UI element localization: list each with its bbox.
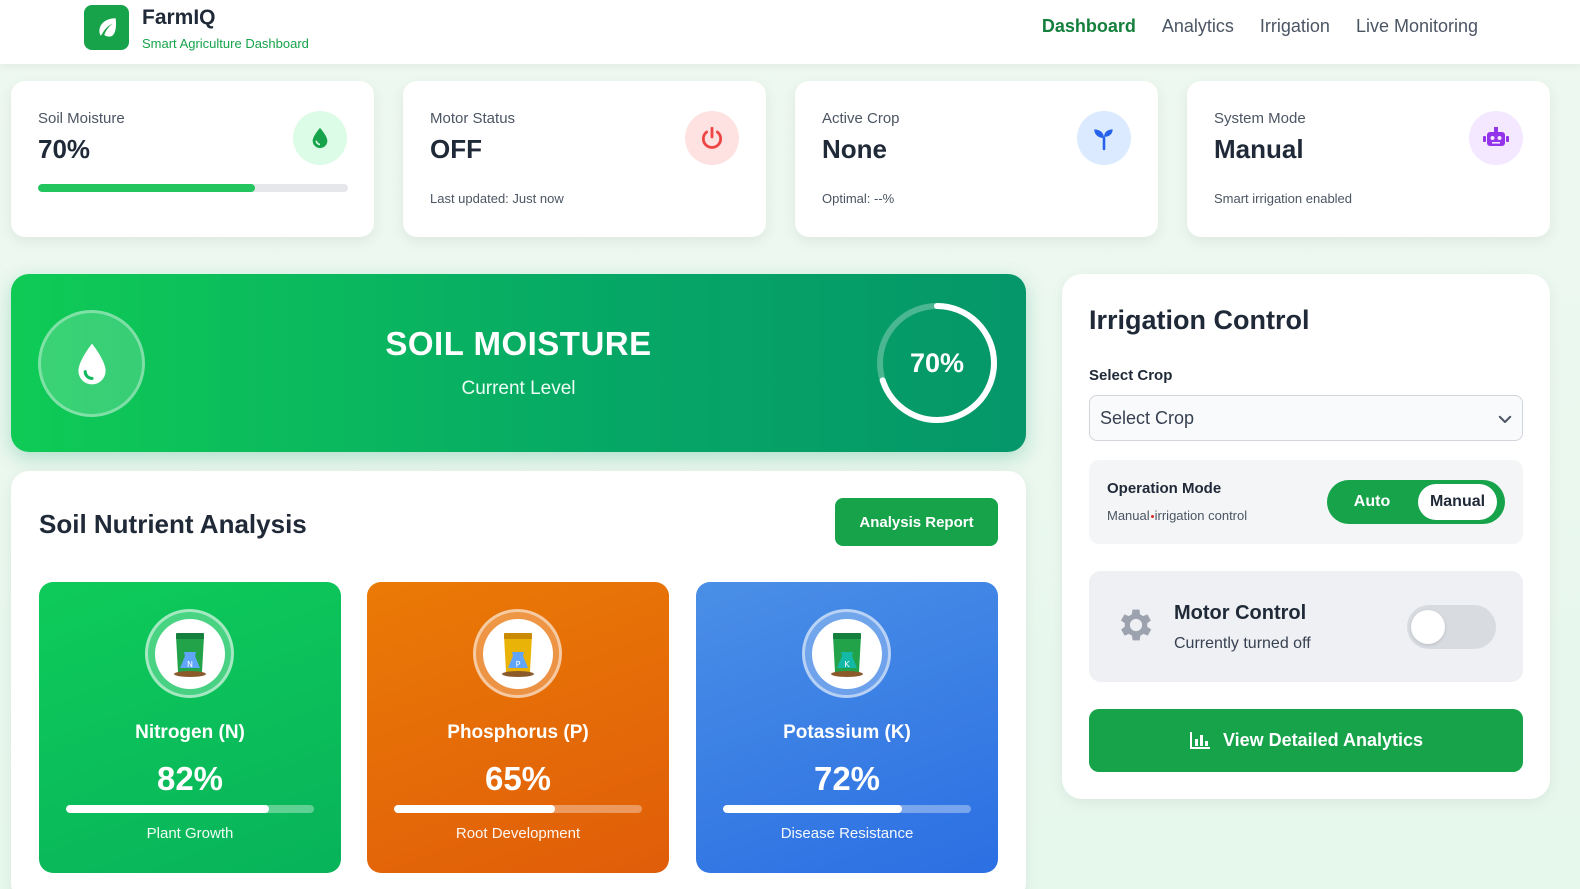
mode-manual-option[interactable]: Manual [1418,484,1497,520]
bar-chart-icon [1189,731,1210,749]
nav-analytics[interactable]: Analytics [1162,16,1234,37]
brand-subtitle: Smart Agriculture Dashboard [142,36,309,51]
switch-knob [1411,610,1445,644]
mode-desc-part: Manual [1107,508,1150,523]
motor-control-box: Motor Control Currently turned off [1089,571,1523,682]
banner-subtitle: Current Level [461,378,576,399]
logo[interactable] [84,5,129,50]
nutrient-name: Nitrogen (N) [135,722,245,743]
nutrient-value: 65% [484,760,552,797]
soil-nutrient-panel: Soil Nutrient Analysis Analysis Report N… [11,471,1026,889]
stat-value: 70% [38,134,91,164]
stat-value: None [822,134,887,164]
nutrient-card-phosphorus: P Phosphorus (P) 65% Root Development [367,582,669,873]
operation-mode-description: Manual irrigation control [1107,508,1247,523]
mode-desc-part: irrigation control [1154,508,1248,523]
seedling-icon [1077,111,1131,165]
stat-value: OFF [430,134,482,164]
nav-live-monitoring[interactable]: Live Monitoring [1356,16,1478,37]
banner-title: SOIL MOISTURE [385,325,652,362]
mode-auto-option[interactable]: Auto [1327,480,1417,524]
select-crop-label: Select Crop [1089,367,1173,384]
nutrient-progress-fill [723,805,902,813]
gear-icon [1120,609,1152,641]
brand-name: FarmIQ [142,6,216,29]
leaf-icon [98,17,116,37]
stat-card-active-crop: Active Crop None Optimal: --% [795,81,1158,237]
operation-mode-box: Operation Mode Manual irrigation control … [1089,460,1523,544]
nutrient-letter: N [187,660,193,669]
stat-label: Motor Status [430,110,516,127]
analysis-report-button[interactable]: Analysis Report [835,498,998,546]
stat-card-motor-status: Motor Status OFF Last updated: Just now [403,81,766,237]
nutrient-name: Phosphorus (P) [447,722,589,743]
nav-dashboard[interactable]: Dashboard [1042,16,1136,37]
fertilizer-bag-icon: N [145,609,234,698]
moisture-value: 70% [909,347,965,378]
soil-moisture-progress-fill [38,184,255,192]
nutrient-benefit: Disease Resistance [780,825,914,842]
nutrient-value: 72% [813,760,881,797]
power-icon [685,111,739,165]
stat-label: Soil Moisture [38,110,125,127]
stat-label: System Mode [1214,110,1306,127]
crop-select-value: Select Crop [1100,407,1195,428]
crop-select[interactable]: Select Crop [1089,395,1523,441]
motor-status-text: Currently turned off [1174,635,1311,652]
nutrient-progress [394,805,642,813]
motor-control-title: Motor Control [1174,602,1307,624]
fertilizer-bag-icon: K [802,609,891,698]
robot-icon [1469,111,1523,165]
stat-sub: Last updated: Just now [430,191,564,206]
operation-mode-title: Operation Mode [1107,480,1222,497]
nutrient-benefit: Plant Growth [146,825,234,842]
fertilizer-bag-icon: P [473,609,562,698]
stat-card-system-mode: System Mode Manual Smart irrigation enab… [1187,81,1550,237]
nutrient-progress [723,805,971,813]
top-header: FarmIQ Smart Agriculture Dashboard Dashb… [0,0,1580,64]
irrigation-control-panel: Irrigation Control Select Crop Select Cr… [1062,274,1550,799]
view-analytics-button[interactable]: View Detailed Analytics [1089,709,1523,772]
nutrient-letter: K [844,660,850,669]
water-drop-icon [293,111,347,165]
panel-title: Irrigation Control [1089,305,1310,335]
nutrient-card-nitrogen: N Nitrogen (N) 82% Plant Growth [39,582,341,873]
stat-card-soil-moisture: Soil Moisture 70% [11,81,374,237]
cursor-dot [1150,515,1154,519]
chevron-down-icon [1498,415,1512,423]
stat-sub: Smart irrigation enabled [1214,191,1353,206]
nutrient-benefit: Root Development [455,825,581,842]
nutrient-letter: P [515,660,520,669]
view-analytics-label: View Detailed Analytics [1222,730,1424,750]
soil-moisture-banner: SOIL MOISTURE Current Level 70% [11,274,1026,452]
panel-title: Soil Nutrient Analysis [39,509,307,539]
stat-sub: Optimal: --% [822,191,895,206]
nutrient-progress-fill [394,805,556,813]
nutrient-progress [66,805,314,813]
nutrient-card-potassium: K Potassium (K) 72% Disease Resistance [696,582,998,873]
nutrient-name: Potassium (K) [783,722,911,743]
nutrient-value: 82% [156,760,224,797]
main-nav: Dashboard Analytics Irrigation Live Moni… [1042,16,1478,37]
motor-toggle-switch[interactable] [1407,605,1496,649]
nutrient-progress-fill [66,805,270,813]
operation-mode-toggle: Auto Manual [1327,480,1505,524]
stat-label: Active Crop [822,110,900,127]
nav-irrigation[interactable]: Irrigation [1260,16,1330,37]
soil-moisture-progress [38,184,348,192]
stat-value: Manual [1214,134,1304,164]
